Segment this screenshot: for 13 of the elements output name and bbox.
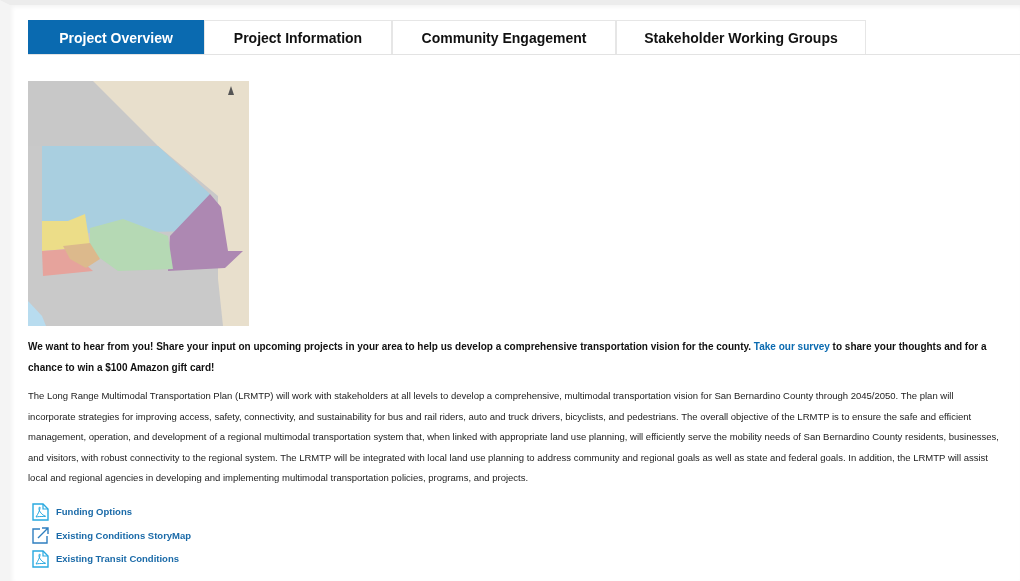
description-text: The Long Range Multimodal Transportation Plan (LRMTP) will work with stakeholders at all levels to develop a comprehensive, multimodal transportation vision for San Bernardino County through 2045/2050. The plan will incorporate strategies for improving access, safety, connectivity, and sustainability for bus and rail riders, auto and truck drivers, bicyclists, and pedestrians. The overall objective of the LRMTP is to ensure the safe and efficient management, operation, and development of a regional multimodal transportation system that, when linked with appropriate land use planning, will efficiently serve the mobility needs of San Bernardino County residents, businesses, and visitors, with robust connectivity to the regional system. The LRMTP will be integrated with local land use planning to address community and regional goals as well as state and federal goals. In addition, the LRMTP will assist local and regional agencies in developing and implementing multimodal transportation policies, programs, and projects.	[28, 389, 1000, 485]
external-link-icon	[32, 526, 49, 544]
tab[interactable]: Project Overview	[28, 20, 204, 54]
document-link[interactable]: Existing Conditions StoryMap	[56, 529, 192, 541]
document-link[interactable]: Funding Options	[56, 506, 132, 517]
survey-link[interactable]: Take our survey	[753, 341, 830, 352]
pdf-icon	[32, 549, 49, 568]
tab[interactable]: Project Information	[204, 20, 392, 54]
pdf-icon	[32, 502, 49, 521]
document-link[interactable]: Existing Transit Conditions	[56, 553, 179, 564]
announcement-text: We want to hear from you! Share your input on upcoming projects in your area to help us develop a comprehensive transportation vision for the county. Take our survey to share your thoughts and for a chance to win a $100 Amazon gift card!	[28, 340, 988, 375]
tab[interactable]: Community Engagement	[392, 20, 616, 54]
tab[interactable]: Stakeholder Working Groups	[616, 20, 866, 54]
